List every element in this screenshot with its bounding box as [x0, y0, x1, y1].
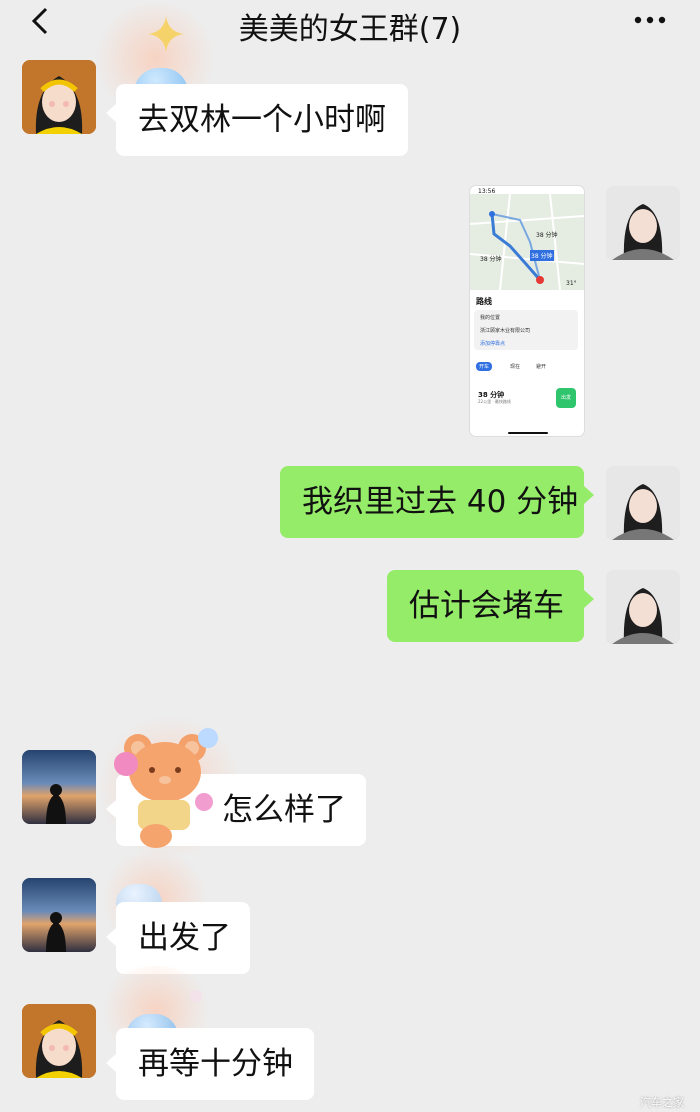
option-avoid: 避开	[536, 364, 547, 370]
stop-to: 浙江顾家木业有限公司	[480, 328, 531, 334]
decoration-dot	[190, 990, 202, 1002]
bear-sticker-icon	[114, 728, 218, 848]
person-photo-icon	[606, 466, 680, 540]
sunset-avatar-icon	[22, 878, 96, 952]
route-subtitle: 22公里 · 最快路线	[478, 399, 511, 404]
route-stops-card: 我的位置 浙江顾家木业有限公司 添加停靠点	[474, 310, 578, 350]
bubble-tail	[106, 928, 116, 946]
avatar[interactable]	[606, 570, 680, 644]
add-stop: 添加停靠点	[480, 341, 506, 347]
mode-drive: 开车	[476, 362, 493, 371]
sparkle-icon	[148, 16, 184, 52]
option-now: 现在	[510, 364, 521, 370]
person-photo-icon	[606, 186, 680, 260]
bubble-tail	[584, 590, 594, 608]
home-indicator	[508, 432, 548, 434]
sunset-avatar-icon	[22, 750, 96, 824]
girl-avatar-icon	[22, 60, 96, 134]
person-photo-icon	[606, 570, 680, 644]
route-label: 38 分钟	[480, 256, 502, 263]
message-bubble[interactable]: 估计会堵车	[387, 570, 584, 642]
message-bubble[interactable]: 去双林一个小时啊	[116, 84, 408, 156]
avatar[interactable]	[22, 1004, 96, 1078]
map-view: 38 分钟 38 分钟 38 分钟 31°	[470, 193, 584, 291]
map-screenshot-image[interactable]: 13:56 38 分钟 38 分钟 38 分钟 31° 路线 我的位置 浙江顾家…	[470, 186, 584, 436]
avatar[interactable]	[22, 750, 96, 824]
message-bubble[interactable]: 我织里过去 40 分钟	[280, 466, 584, 538]
route-label: 38 分钟	[536, 232, 558, 239]
avatar[interactable]	[22, 878, 96, 952]
more-options-icon[interactable]	[632, 8, 668, 32]
bubble-tail	[584, 486, 594, 504]
message-bubble[interactable]: 出发了	[116, 902, 250, 974]
route-label: 38 分钟	[530, 250, 554, 261]
avatar[interactable]	[606, 186, 680, 260]
message-bubble[interactable]: 再等十分钟	[116, 1028, 314, 1100]
watermark: 汽车之家	[640, 1096, 684, 1109]
go-button: 出发	[556, 388, 576, 408]
bubble-tail	[106, 104, 116, 122]
avatar[interactable]	[606, 466, 680, 540]
route-section-title: 路线	[476, 297, 492, 306]
girl-avatar-icon	[22, 1004, 96, 1078]
avatar[interactable]	[22, 60, 96, 134]
bubble-tail	[106, 1054, 116, 1072]
route-map-icon	[470, 193, 584, 291]
stop-from: 我的位置	[480, 315, 501, 321]
temperature: 31°	[566, 280, 577, 287]
